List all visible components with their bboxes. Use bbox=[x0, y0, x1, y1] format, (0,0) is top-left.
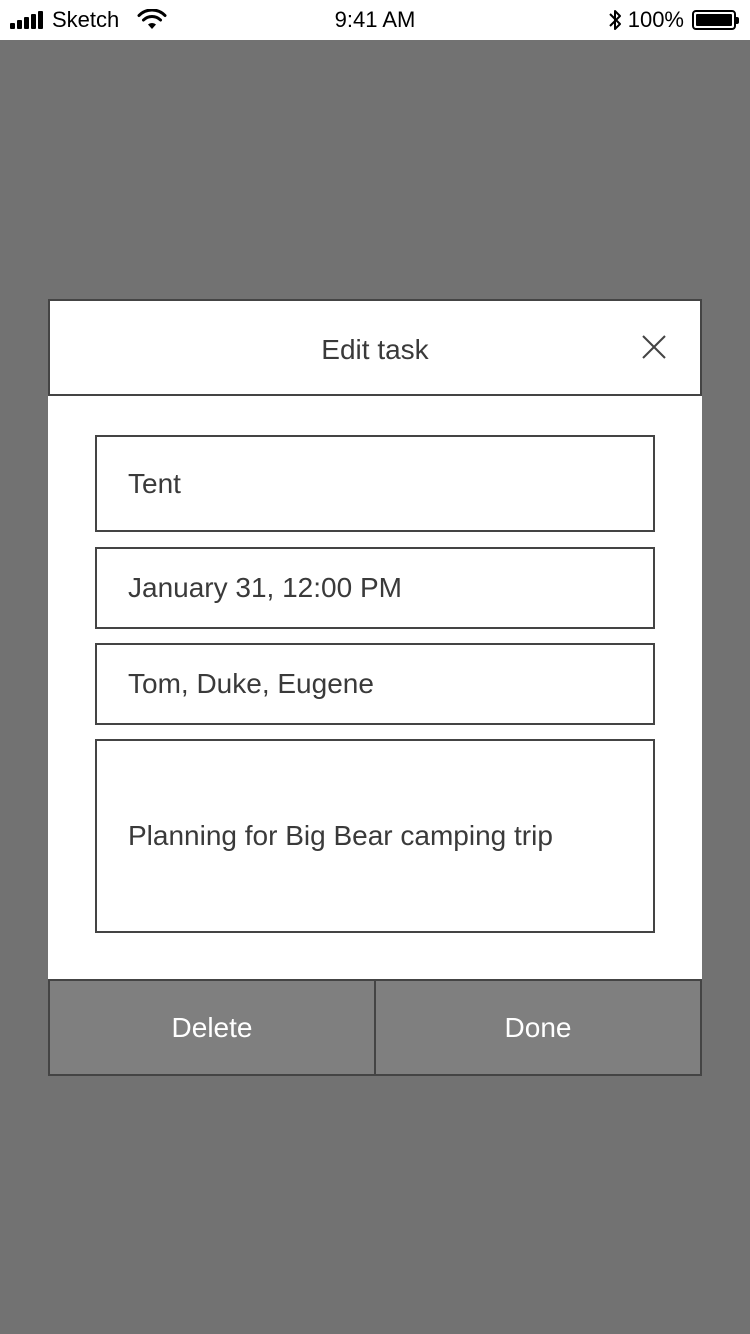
close-button[interactable] bbox=[638, 331, 670, 363]
status-right: 100% bbox=[608, 0, 739, 40]
edit-task-modal: Edit task Tent January 31, 12:00 PM Tom,… bbox=[48, 299, 702, 1076]
task-datetime-field[interactable]: January 31, 12:00 PM bbox=[95, 547, 655, 629]
task-assignees-field[interactable]: Tom, Duke, Eugene bbox=[95, 643, 655, 725]
battery-percent: 100% bbox=[627, 7, 684, 32]
modal-header: Edit task bbox=[48, 299, 702, 396]
done-button[interactable]: Done bbox=[376, 979, 702, 1076]
battery-icon bbox=[692, 10, 739, 30]
modal-title: Edit task bbox=[321, 334, 429, 365]
modal-footer: Delete Done bbox=[48, 979, 702, 1076]
task-name-field[interactable]: Tent bbox=[95, 435, 655, 532]
status-bar: Sketch 9:41 AM 100% bbox=[0, 0, 750, 40]
close-icon bbox=[642, 335, 666, 359]
delete-button[interactable]: Delete bbox=[48, 979, 376, 1076]
bluetooth-icon bbox=[608, 8, 622, 32]
task-notes-field[interactable]: Planning for Big Bear camping trip bbox=[95, 739, 655, 933]
